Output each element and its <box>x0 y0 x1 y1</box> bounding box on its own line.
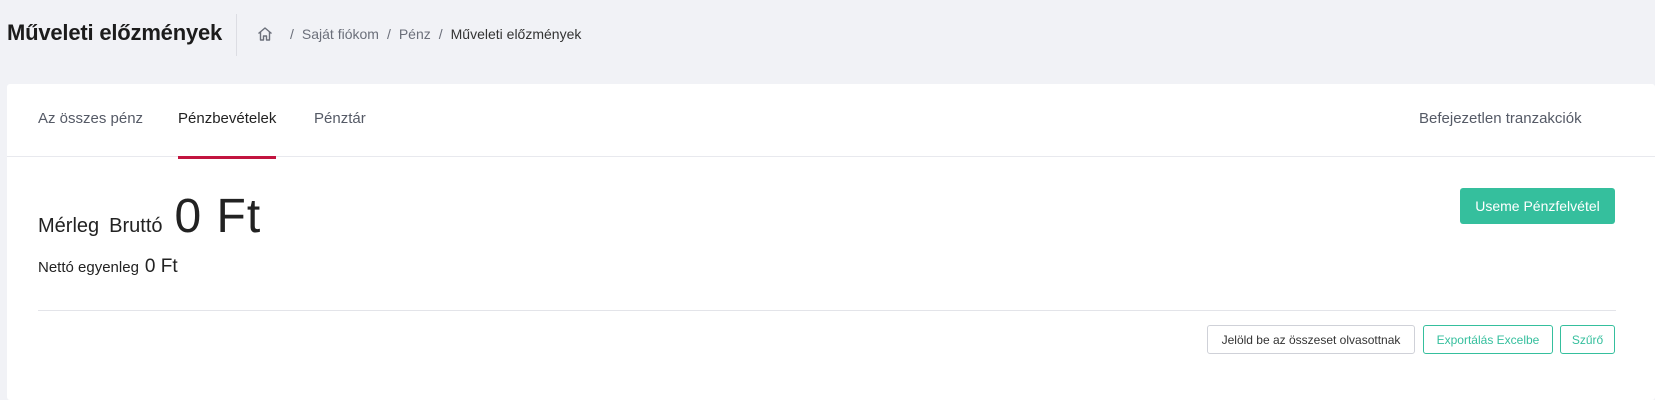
tab-cashbox[interactable]: Pénztár <box>314 110 366 157</box>
net-balance: Nettó egyenleg 0 Ft <box>38 256 178 278</box>
breadcrumb-separator: / <box>290 26 294 42</box>
breadcrumb-money[interactable]: Pénz <box>399 26 431 42</box>
net-label: Nettó egyenleg <box>38 259 139 276</box>
title-divider <box>236 14 237 56</box>
gross-amount: 0 Ft <box>174 190 262 243</box>
page-title: Műveleti előzmények <box>7 20 223 45</box>
tab-bar: Az összes pénz Pénzbevételek Pénztár Bef… <box>7 84 1655 159</box>
tab-pending-transactions[interactable]: Befejezetlen tranzakciók <box>1419 110 1582 157</box>
withdraw-button[interactable]: Useme Pénzfelvétel <box>1460 188 1615 224</box>
balance-label: Mérleg <box>38 215 100 237</box>
breadcrumb-separator: / <box>438 26 443 42</box>
breadcrumb-current: Műveleti előzmények <box>450 26 582 42</box>
home-icon[interactable] <box>256 25 274 43</box>
net-amount: 0 Ft <box>144 256 178 277</box>
tab-all-money[interactable]: Az összes pénz <box>38 110 143 157</box>
section-divider <box>38 310 1616 311</box>
top-bar: Műveleti előzmények / Saját fiókom / Pén… <box>0 0 1655 80</box>
export-excel-button[interactable]: Exportálás Excelbe <box>1423 325 1553 354</box>
breadcrumb-separator: / <box>386 26 391 42</box>
mark-all-read-button[interactable]: Jelöld be az összeset olvasottnak <box>1207 325 1415 354</box>
breadcrumb: / Saját fiókom / Pénz / Műveleti előzmén… <box>256 25 581 43</box>
gross-label: Bruttó <box>109 215 163 237</box>
tab-income[interactable]: Pénzbevételek <box>178 110 277 159</box>
breadcrumb-my-account[interactable]: Saját fiókom <box>302 26 379 42</box>
gross-balance: Mérleg Bruttó 0 Ft <box>38 189 261 244</box>
main-card: Az összes pénz Pénzbevételek Pénztár Bef… <box>7 84 1655 400</box>
filter-button[interactable]: Szűrő <box>1560 325 1615 354</box>
